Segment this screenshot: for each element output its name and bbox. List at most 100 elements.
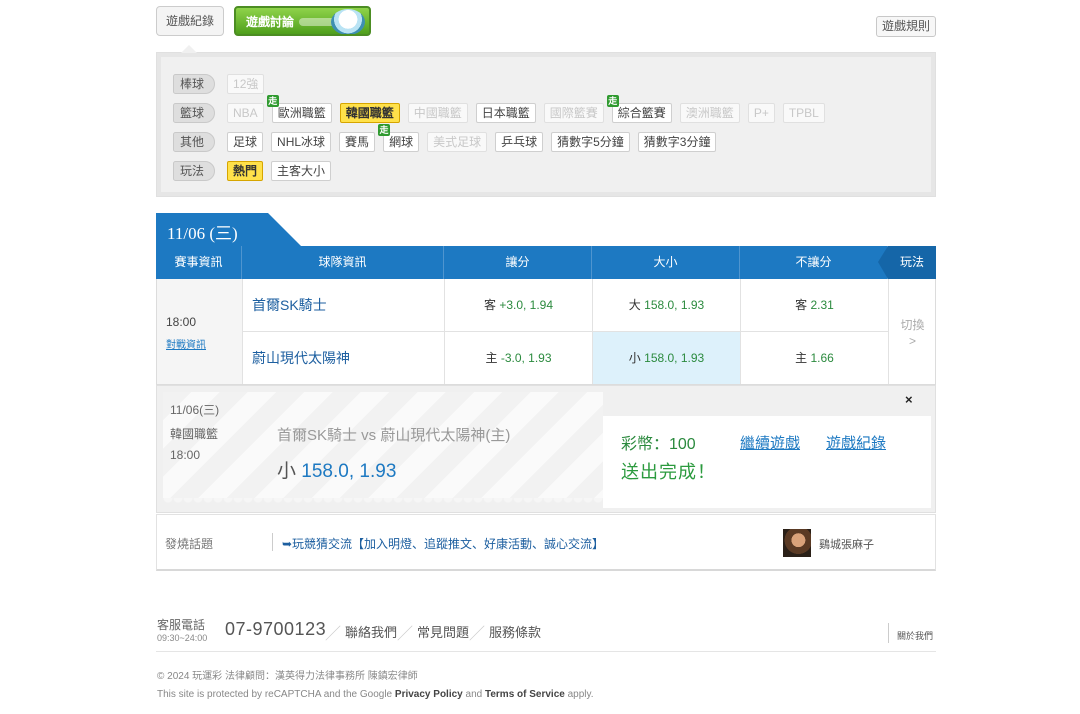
filter-chip-label: NHL冰球	[277, 134, 326, 149]
filter-chip-label: NBA	[233, 105, 258, 120]
continue-game-link[interactable]: 繼續遊戲	[740, 432, 800, 453]
league-filter-panel: 棒球 12強 籃球 NBA 歐洲職籃走韓國職籃 中國職籃 日本職籃 國際籃賽 綜合籃賽走澳洲職籃…	[156, 45, 936, 197]
odds-table-body: 18:00 對戰資訊 首爾SK騎士 蔚山現代太陽神 客 +3.0, 1.94 主…	[156, 279, 936, 385]
odds-table-header: 賽事資訊 球隊資訊 讓分 大小 不讓分 玩法	[156, 246, 936, 279]
filter-chip[interactable]: 乒乓球	[495, 131, 544, 152]
ticket-time: 18:00	[170, 448, 201, 462]
panel-notch	[181, 45, 197, 53]
filter-chip: NBA	[227, 102, 264, 123]
footer-divider: ／	[397, 626, 414, 643]
live-badge-icon: 走	[606, 94, 619, 107]
date-tab-label: 11/06 (三)	[167, 224, 238, 243]
filter-chip-label: 猜數字3分鐘	[643, 134, 711, 149]
date-tab-corner	[268, 213, 302, 247]
pick-value: 158.0, 1.93	[301, 461, 397, 482]
header-moneyline: 不讓分	[740, 246, 888, 279]
filter-chip[interactable]: 綜合籃賽走	[606, 94, 672, 123]
pick-prefix: 小	[277, 461, 297, 482]
filter-chip-label: 主客大小	[277, 163, 326, 178]
filter-chip[interactable]: 足球	[227, 131, 264, 152]
odds-total-over[interactable]: 大 158.0, 1.93	[593, 279, 741, 332]
matchup-info-link[interactable]: 對戰資訊	[166, 336, 206, 351]
filter-chip[interactable]: 猜數字5分鐘	[551, 131, 630, 152]
filter-chip[interactable]: 賽馬	[339, 131, 376, 152]
avatar[interactable]	[783, 529, 811, 557]
recaptcha-and: and	[465, 689, 483, 700]
odds-value: +3.0, 1.94	[499, 298, 554, 312]
date-tab: 11/06 (三)	[156, 213, 306, 247]
filter-chip[interactable]: 猜數字3分鐘	[637, 131, 717, 152]
tab-game-discussion-label: 遊戲討論	[246, 15, 295, 29]
service-hours: 09:30~24:00	[157, 633, 208, 643]
footer-link-about[interactable]: 關於我們	[897, 629, 933, 642]
team-away[interactable]: 首爾SK騎士	[243, 279, 445, 332]
topic-username[interactable]: 鷄城張麻子	[819, 536, 874, 552]
hot-topic-link[interactable]: ➥玩競猜交流【加入明燈、追蹤推文、好康活動、誠心交流】	[282, 535, 604, 552]
filter-chip-label: 韓國職籃	[345, 105, 394, 120]
odds-value: 158.0, 1.93	[644, 351, 705, 365]
filter-chip-label: 網球	[389, 134, 414, 149]
game-records-link[interactable]: 遊戲紀錄	[826, 432, 886, 453]
odds-moneyline-home[interactable]: 主 1.66	[741, 332, 889, 384]
footer-link-terms[interactable]: 服務條款	[489, 622, 541, 641]
game-rules-button[interactable]: 遊戲規則	[876, 16, 936, 37]
filter-chip[interactable]: 熱門	[227, 160, 264, 181]
submit-complete-message: 送出完成！	[621, 462, 716, 482]
filter-chip[interactable]: 日本職籃	[475, 102, 536, 123]
mascot-icon	[331, 9, 365, 34]
header-total: 大小	[592, 246, 740, 279]
header-spread: 讓分	[444, 246, 592, 279]
odds-spread-home[interactable]: 主 -3.0, 1.93	[445, 332, 593, 384]
privacy-policy-link[interactable]: Privacy Policy	[395, 689, 463, 700]
team-home[interactable]: 蔚山現代太陽神	[243, 332, 445, 384]
tab-game-discussion[interactable]: 遊戲討論	[234, 6, 371, 36]
filter-chip[interactable]: 歐洲職籃走	[266, 94, 332, 123]
ticket-matchup: 首爾SK騎士 vs 蔚山現代太陽神(主)	[277, 427, 511, 444]
switch-label: 切換	[900, 318, 925, 332]
footer-divider-line	[156, 651, 936, 652]
filter-chip-label: 澳洲職籃	[685, 105, 734, 120]
tab-game-records[interactable]: 遊戲紀錄	[156, 6, 224, 36]
filter-row: 玩法 熱門 主客大小	[173, 156, 935, 185]
odds-prefix: 客	[795, 298, 808, 312]
filter-chip: 12強	[227, 73, 265, 94]
filter-chip: 澳洲職籃	[679, 102, 740, 123]
footer-divider: ／	[469, 626, 486, 643]
filter-chip[interactable]: NHL冰球	[271, 131, 332, 152]
filter-chip: P+	[747, 102, 775, 123]
filter-chip-label: 中國職籃	[413, 105, 462, 120]
filter-chip-label: 歐洲職籃	[277, 105, 326, 120]
filter-chip[interactable]: 韓國職籃	[339, 102, 400, 123]
event-info-cell: 18:00 對戰資訊	[157, 279, 243, 384]
filter-category-label: 玩法	[173, 160, 216, 181]
bet-confirmation-panel: 11/06(三) 韓國職籃 18:00 首爾SK騎士 vs 蔚山現代太陽神(主)…	[156, 385, 936, 513]
live-badge-icon: 走	[266, 94, 279, 107]
filter-chip[interactable]: 主客大小	[271, 160, 332, 181]
live-badge-icon: 走	[378, 123, 391, 136]
footer-link-contact[interactable]: 聯絡我們	[345, 622, 397, 641]
header-play-type[interactable]: 玩法	[878, 246, 936, 279]
filter-row: 其他 足球 NHL冰球 賽馬 網球走美式足球 乒乓球 猜數字5分鐘 猜數字3分鐘	[173, 123, 935, 156]
hot-topic-label: 發燒話題	[165, 537, 214, 551]
odds-moneyline-away[interactable]: 客 2.31	[741, 279, 889, 332]
ticket-pick: 小 158.0, 1.93	[277, 456, 396, 483]
odds-total-under-selected[interactable]: 小 158.0, 1.93	[593, 332, 741, 384]
filter-category-label: 其他	[173, 131, 216, 152]
odds-prefix: 主	[795, 351, 808, 365]
filter-chip[interactable]: 網球走	[378, 123, 420, 152]
divider	[888, 623, 889, 643]
switch-play-button[interactable]: 切換 >	[889, 279, 936, 384]
odds-spread-away[interactable]: 客 +3.0, 1.94	[445, 279, 593, 332]
filter-chip-label: 猜數字5分鐘	[557, 134, 624, 149]
game-time: 18:00	[166, 315, 197, 329]
terms-of-service-link[interactable]: Terms of Service	[485, 689, 565, 700]
header-team-info: 球隊資訊	[242, 246, 444, 279]
close-icon[interactable]: ×	[905, 392, 913, 407]
recaptcha-apply: apply.	[567, 689, 594, 700]
recaptcha-text: This site is protected by reCAPTCHA and …	[157, 689, 393, 700]
filter-chip-label: 乒乓球	[501, 134, 538, 149]
odds-prefix: 小	[628, 351, 641, 365]
filter-chip-label: 賽馬	[345, 134, 370, 149]
footer-link-faq[interactable]: 常見問題	[417, 622, 469, 641]
odds-prefix: 客	[483, 298, 496, 312]
